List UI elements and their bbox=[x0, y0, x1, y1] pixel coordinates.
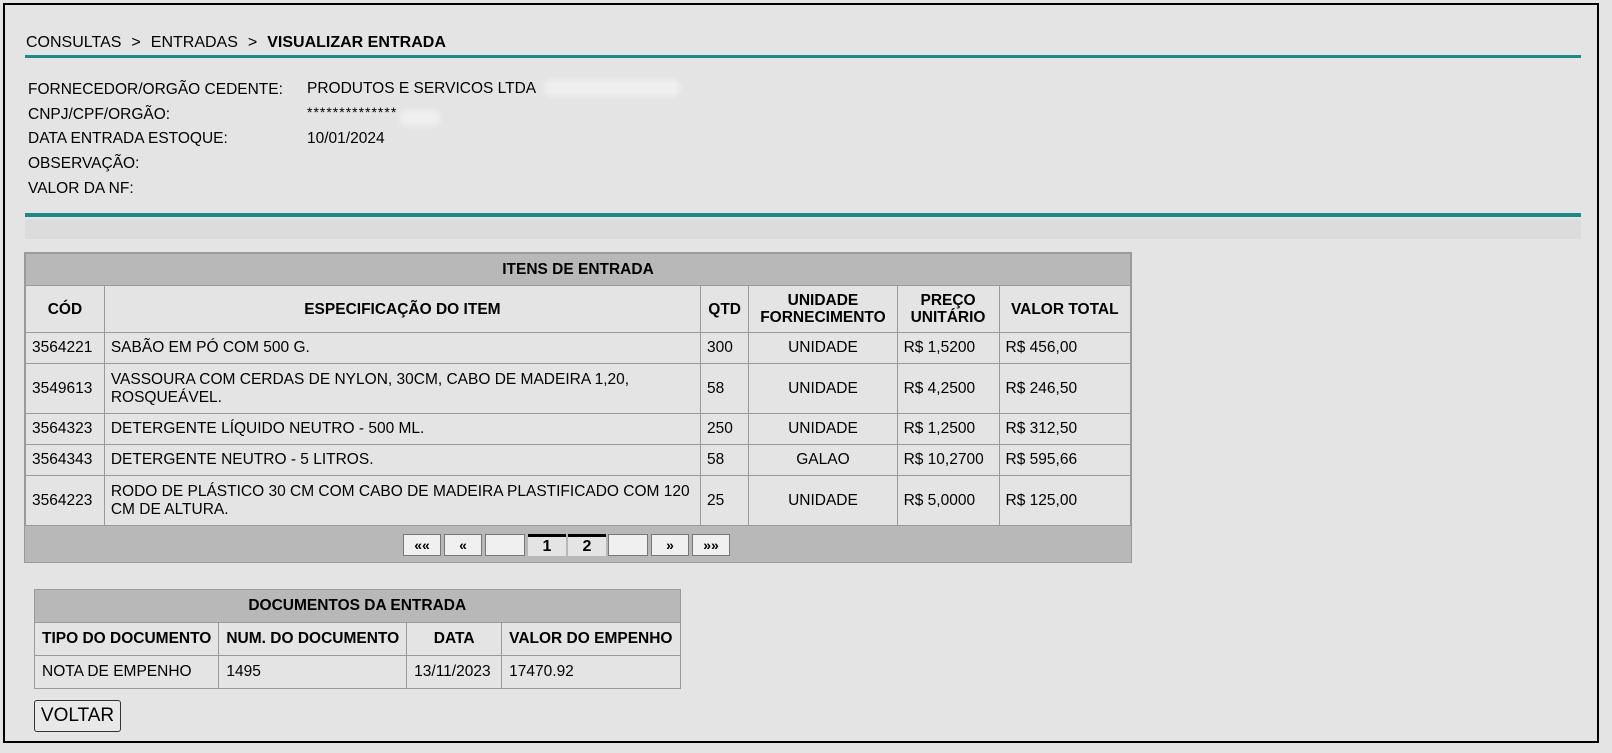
page-1-link[interactable]: 1 bbox=[528, 534, 566, 556]
section-divider bbox=[25, 55, 1581, 58]
cell-unidade: UNIDADE bbox=[748, 413, 898, 445]
cell-total: R$ 595,66 bbox=[998, 444, 1132, 476]
last-page-button[interactable]: »» bbox=[692, 534, 730, 556]
cell-unidade: UNIDADE bbox=[748, 475, 898, 526]
col-header-preco-line1: PREÇO bbox=[920, 292, 976, 309]
cell-spec: VASSOURA COM CERDAS DE NYLON, 30CM, CABO… bbox=[103, 363, 701, 414]
cell-total: R$ 456,00 bbox=[998, 332, 1132, 364]
cell-preco: R$ 5,0000 bbox=[896, 475, 1000, 526]
cell-total: R$ 246,50 bbox=[998, 363, 1132, 414]
cell-qtd: 58 bbox=[699, 444, 750, 476]
cell-qtd: 58 bbox=[699, 363, 750, 414]
observacao-label: OBSERVAÇÃO: bbox=[28, 155, 140, 172]
table-row: 3564223 RODO DE PLÁSTICO 30 CM COM CABO … bbox=[25, 475, 1132, 526]
table-row: 3564323 DETERGENTE LÍQUIDO NEUTRO - 500 … bbox=[25, 413, 1132, 445]
valor-nf-label: VALOR DA NF: bbox=[28, 180, 134, 197]
pagination-bar: «« « 1 2 » »» bbox=[25, 526, 1131, 562]
col-header-spec: ESPECIFICAÇÃO DO ITEM bbox=[103, 285, 701, 333]
cell-spec: SABÃO EM PÓ COM 500 G. bbox=[103, 332, 701, 364]
table-row: 3564343 DETERGENTE NEUTRO - 5 LITROS. 58… bbox=[25, 444, 1132, 476]
cell-qtd: 25 bbox=[699, 475, 750, 526]
cell-data: 13/11/2023 bbox=[406, 655, 503, 689]
cell-spec: DETERGENTE NEUTRO - 5 LITROS. bbox=[103, 444, 701, 476]
data-entrada-label: DATA ENTRADA ESTOQUE: bbox=[28, 130, 228, 147]
data-entrada-value: 10/01/2024 bbox=[307, 130, 385, 147]
section-divider bbox=[25, 213, 1581, 217]
col-header-preco: PREÇO UNITÁRIO bbox=[896, 285, 1000, 333]
col-header-total: VALOR TOTAL bbox=[998, 285, 1132, 333]
col-header-unidade: UNIDADE FORNECIMENTO bbox=[748, 285, 898, 333]
cell-spec: DETERGENTE LÍQUIDO NEUTRO - 500 ML. bbox=[103, 413, 701, 445]
col-header-valor: VALOR DO EMPENHO bbox=[501, 622, 681, 656]
cell-preco: R$ 4,2500 bbox=[896, 363, 1000, 414]
fornecedor-value: PRODUTOS E SERVICOS LTDA bbox=[307, 80, 537, 97]
cell-cod: 3564223 bbox=[25, 475, 105, 526]
cell-unidade: UNIDADE bbox=[748, 363, 898, 414]
page-2-link[interactable]: 2 bbox=[568, 534, 606, 556]
fornecedor-label: FORNECEDOR/ORGÃO CEDENTE: bbox=[28, 81, 283, 98]
cell-preco: R$ 10,2700 bbox=[896, 444, 1000, 476]
cell-cod: 3549613 bbox=[25, 363, 105, 414]
col-header-qtd: QTD bbox=[699, 285, 750, 333]
col-header-preco-line2: UNITÁRIO bbox=[910, 309, 986, 326]
cell-cod: 3564221 bbox=[25, 332, 105, 364]
next-page-button[interactable]: » bbox=[651, 534, 689, 556]
breadcrumb-current: VISUALIZAR ENTRADA bbox=[267, 34, 446, 51]
documents-table-title: DOCUMENTOS DA ENTRADA bbox=[34, 589, 681, 623]
items-table: ITENS DE ENTRADA CÓD ESPECIFICAÇÃO DO IT… bbox=[25, 253, 1132, 526]
cnpj-label: CNPJ/CPF/ORGÃO: bbox=[28, 106, 171, 123]
cell-num: 1495 bbox=[218, 655, 408, 689]
col-header-cod: CÓD bbox=[25, 285, 105, 333]
redaction-blur bbox=[400, 110, 440, 126]
prev-page-button[interactable]: « bbox=[444, 534, 482, 556]
col-header-data: DATA bbox=[406, 622, 503, 656]
col-header-num: NUM. DO DOCUMENTO bbox=[218, 622, 408, 656]
cell-cod: 3564323 bbox=[25, 413, 105, 445]
documents-table: DOCUMENTOS DA ENTRADA TIPO DO DOCUMENTO … bbox=[33, 589, 681, 689]
cell-cod: 3564343 bbox=[25, 444, 105, 476]
cell-qtd: 300 bbox=[699, 332, 750, 364]
spacer-strip bbox=[25, 219, 1581, 239]
items-table-title: ITENS DE ENTRADA bbox=[25, 253, 1131, 286]
redaction-blur bbox=[545, 80, 680, 96]
cell-tipo: NOTA DE EMPENHO bbox=[33, 655, 220, 689]
table-row: NOTA DE EMPENHO 1495 13/11/2023 17470.92 bbox=[33, 655, 681, 689]
cell-unidade: UNIDADE bbox=[748, 332, 898, 364]
cell-spec: RODO DE PLÁSTICO 30 CM COM CABO DE MADEI… bbox=[103, 475, 701, 526]
table-row: 3549613 VASSOURA COM CERDAS DE NYLON, 30… bbox=[25, 363, 1132, 414]
cell-unidade: GALAO bbox=[748, 444, 898, 476]
cell-total: R$ 125,00 bbox=[998, 475, 1132, 526]
pagination: «« « 1 2 » »» bbox=[403, 534, 733, 556]
cnpj-value: ************** bbox=[307, 104, 398, 120]
breadcrumb-item-consultas[interactable]: CONSULTAS bbox=[26, 34, 121, 51]
col-header-unidade-line2: FORNECIMENTO bbox=[760, 309, 886, 326]
breadcrumb-separator: > bbox=[247, 34, 258, 51]
breadcrumb-separator: > bbox=[131, 34, 141, 51]
cell-valor: 17470.92 bbox=[501, 655, 681, 689]
breadcrumb-item-entradas[interactable]: ENTRADAS bbox=[151, 34, 238, 51]
page-slot-empty bbox=[485, 534, 525, 556]
col-header-tipo: TIPO DO DOCUMENTO bbox=[33, 622, 220, 656]
page-slot-empty bbox=[608, 534, 648, 556]
cell-total: R$ 312,50 bbox=[998, 413, 1132, 445]
cell-preco: R$ 1,2500 bbox=[896, 413, 1000, 445]
cell-preco: R$ 1,5200 bbox=[896, 332, 1000, 364]
cell-qtd: 250 bbox=[699, 413, 750, 445]
first-page-button[interactable]: «« bbox=[403, 534, 441, 556]
voltar-button[interactable]: VOLTAR bbox=[34, 700, 121, 732]
items-table-panel: ITENS DE ENTRADA CÓD ESPECIFICAÇÃO DO IT… bbox=[24, 252, 1132, 563]
table-row: 3564221 SABÃO EM PÓ COM 500 G. 300 UNIDA… bbox=[25, 332, 1132, 364]
breadcrumb: CONSULTAS > ENTRADAS > VISUALIZAR ENTRADA bbox=[26, 34, 446, 52]
col-header-unidade-line1: UNIDADE bbox=[787, 292, 859, 309]
